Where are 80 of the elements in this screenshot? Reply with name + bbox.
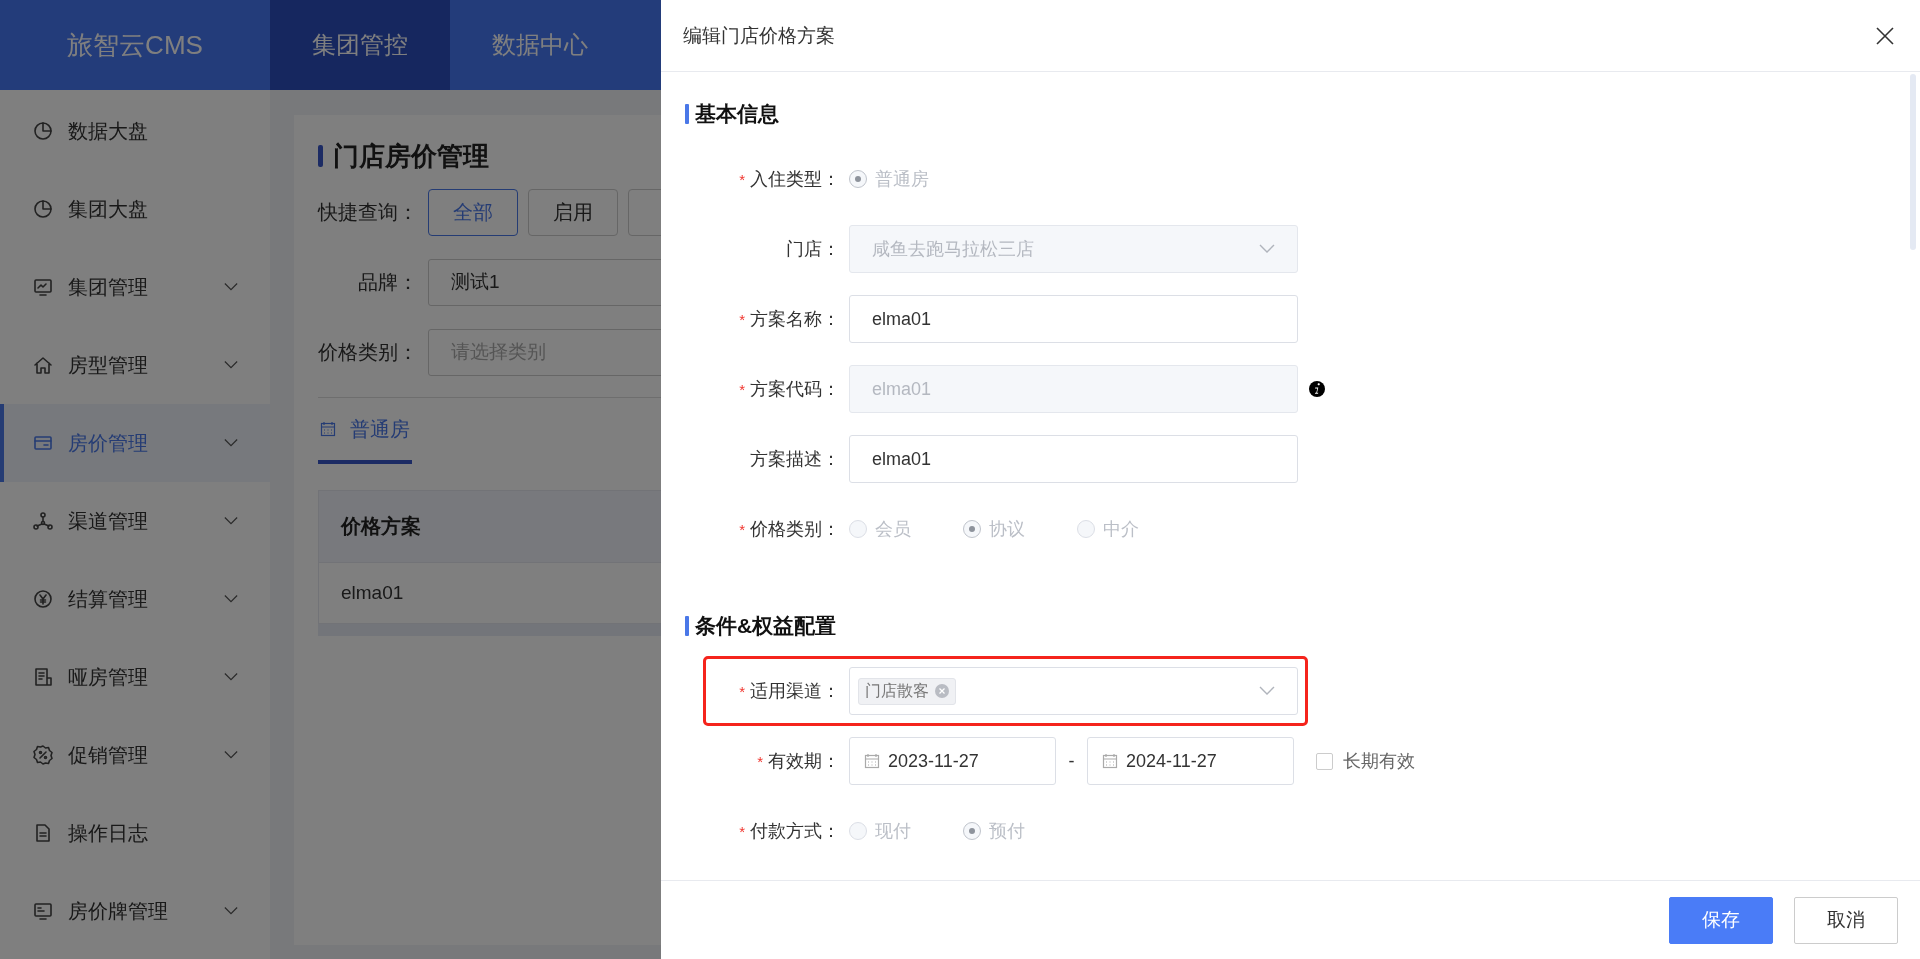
filter-label: 价格类别： (318, 339, 418, 365)
chevron-down-icon (224, 282, 238, 292)
field-label: 有效期： (768, 751, 840, 771)
required-mark: * (757, 753, 763, 770)
sidebar-item[interactable]: 数据大盘 (0, 92, 270, 170)
chevron-down-icon (224, 594, 238, 604)
chevron-down-icon (1259, 244, 1275, 254)
input-field[interactable]: elma01 (849, 435, 1298, 483)
scrollbar-thumb[interactable] (1910, 74, 1916, 250)
cancel-button[interactable]: 取消 (1794, 896, 1898, 944)
required-mark: * (739, 521, 745, 538)
display-icon (32, 900, 54, 922)
filter-label: 品牌： (357, 269, 418, 295)
chevron-down-icon (1259, 686, 1275, 696)
chevron-down-icon (224, 360, 238, 370)
network-icon (32, 510, 54, 532)
sidebar-item[interactable]: 哑房管理 (0, 638, 270, 716)
sidebar-item[interactable]: 集团管理 (0, 248, 270, 326)
sidebar-item[interactable]: 房价管理 (0, 404, 270, 482)
field-label: 价格类别： (750, 519, 840, 539)
multi-select-field[interactable]: 门店散客 (849, 667, 1298, 715)
field-label: 付款方式： (750, 821, 840, 841)
chevron-down-icon (224, 906, 238, 916)
filter-button[interactable]: 全部 (428, 188, 518, 236)
page-title: 门店房价管理 (333, 139, 489, 173)
room-tab[interactable]: 普通房 (318, 398, 412, 464)
channel-tag[interactable]: 门店散客 (858, 677, 956, 705)
pie-chart-icon (32, 120, 54, 142)
section-accent-bar (685, 616, 689, 636)
field-label: 方案名称： (750, 309, 840, 329)
calendar-icon (1102, 753, 1118, 769)
required-mark: * (739, 683, 745, 700)
pie-chart-icon (32, 198, 54, 220)
chevron-down-icon (224, 516, 238, 526)
yen-coin-icon (32, 588, 54, 610)
field-label: 门店： (786, 239, 840, 259)
sidebar-item[interactable]: 房价牌管理 (0, 872, 270, 950)
sidebar-item[interactable]: 促销管理 (0, 716, 270, 794)
sidebar-item[interactable]: 渠道管理 (0, 482, 270, 560)
sidebar-item[interactable]: 结算管理 (0, 560, 270, 638)
section-title: 条件&权益配置 (695, 613, 837, 639)
required-mark: * (739, 381, 745, 398)
title-accent-bar (318, 145, 323, 167)
filter-label: 快捷查询： (318, 199, 418, 225)
column-header: 价格方案 (339, 514, 421, 539)
chevron-down-icon (224, 438, 238, 448)
section-accent-bar (685, 104, 689, 124)
sidebar-item[interactable]: 集团大盘 (0, 170, 270, 248)
field-label: 方案描述： (750, 449, 840, 469)
field-label: 入住类型： (750, 169, 840, 189)
input-field[interactable]: elma01 (849, 295, 1298, 343)
required-mark: * (739, 823, 745, 840)
clear-icon (935, 684, 949, 698)
calendar-icon (864, 753, 880, 769)
required-mark: * (739, 171, 745, 188)
nav-tab[interactable]: 集团管控 (270, 0, 450, 90)
table-cell-text: elma01 (340, 582, 404, 604)
range-separator: - (1067, 750, 1076, 772)
save-button[interactable]: 保存 (1669, 896, 1773, 944)
field-label: 适用渠道： (750, 681, 840, 701)
report-icon (32, 666, 54, 688)
field-label: 方案代码： (750, 379, 840, 399)
long-term-checkbox[interactable]: 长期有效 (1316, 749, 1415, 773)
date-field[interactable]: 2024-11-27 (1087, 737, 1294, 785)
discount-badge-icon (32, 744, 54, 766)
monitor-icon (32, 276, 54, 298)
filter-button[interactable]: 启用 (528, 188, 618, 236)
close-icon (1876, 26, 1894, 45)
drawer-title: 编辑门店价格方案 (683, 23, 835, 48)
app-logo: 旅智云CMS (66, 28, 204, 62)
date-field[interactable]: 2023-11-27 (849, 737, 1056, 785)
nav-tab[interactable]: 数据中心 (450, 0, 630, 90)
section-title: 基本信息 (695, 101, 779, 127)
sidebar-item[interactable]: 操作日志 (0, 794, 270, 872)
chevron-down-icon (224, 672, 238, 682)
required-mark: * (739, 311, 745, 328)
calendar-icon (320, 421, 336, 437)
house-icon (32, 354, 54, 376)
chevron-down-icon (224, 750, 238, 760)
sidebar-item[interactable]: 房型管理 (0, 326, 270, 404)
